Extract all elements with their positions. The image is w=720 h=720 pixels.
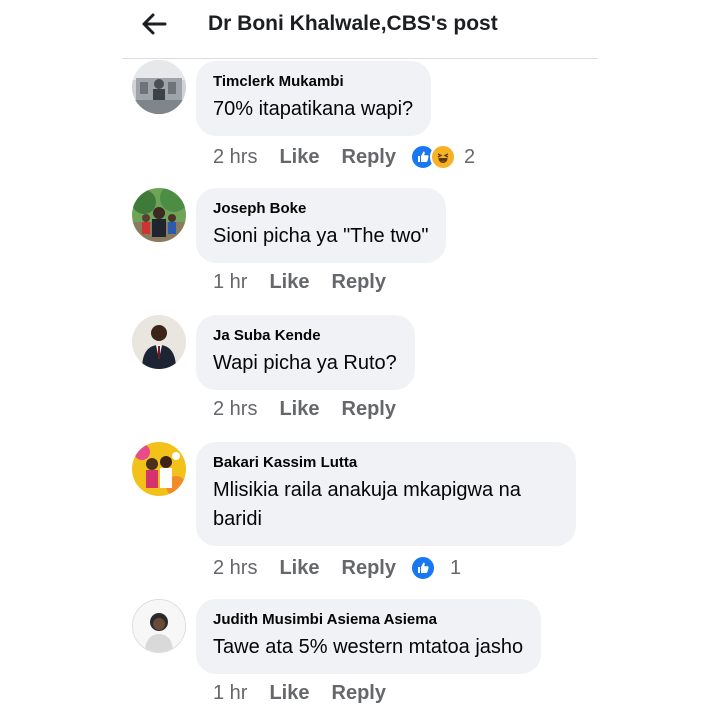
like-button[interactable]: Like [279,398,319,421]
page-title: Dr Boni Khalwale,CBS's post [208,12,498,35]
comment-bubble: Ja Suba Kende Wapi picha ya Ruto? [196,315,415,390]
comment-time[interactable]: 2 hrs [213,146,257,169]
comment-text: Tawe ata 5% western mtatoa jasho [213,636,524,658]
comment-time[interactable]: 1 hr [213,682,247,705]
post-header: Dr Boni Khalwale,CBS's post [0,0,720,58]
comment-author[interactable]: Judith Musimbi Asiema Asiema [213,611,523,629]
comment-actions: 2 hrs Like Reply 2 [213,144,475,170]
like-button[interactable]: Like [279,146,319,169]
comment-text: 70% itapatikana wapi? [213,98,414,120]
comment-author[interactable]: Timclerk Mukambi [213,73,413,91]
like-button[interactable]: Like [269,271,309,294]
comment-author[interactable]: Joseph Boke [213,200,428,218]
comment-bubble: Bakari Kassim Lutta Mlisikia raila anaku… [196,442,576,546]
reaction-count: 2 [463,145,476,168]
comment-text: Mlisikia raila anakuja mkapigwa na barid… [213,479,521,530]
comment-time[interactable]: 1 hr [213,271,247,294]
reply-button[interactable]: Reply [342,557,396,580]
comment-text: Wapi picha ya Ruto? [213,352,397,374]
back-arrow-icon[interactable] [138,8,170,40]
comment-time[interactable]: 2 hrs [213,557,257,580]
comment-actions: 1 hr Like Reply [213,682,408,705]
like-button[interactable]: Like [279,557,319,580]
avatar[interactable] [132,188,186,242]
reply-button[interactable]: Reply [342,398,396,421]
reaction-count: 1 [449,556,462,579]
comment-author[interactable]: Ja Suba Kende [213,327,397,345]
avatar[interactable] [132,60,186,114]
comment-author[interactable]: Bakari Kassim Lutta [213,454,558,472]
header-divider [122,58,598,59]
reply-button[interactable]: Reply [332,271,386,294]
like-reaction-icon [409,555,436,581]
comment-bubble: Timclerk Mukambi 70% itapatikana wapi? [196,61,432,136]
like-button[interactable]: Like [269,682,309,705]
avatar[interactable] [132,315,186,369]
comment-actions: 2 hrs Like Reply [213,398,418,421]
comment-bubble: Joseph Boke Sioni picha ya "The two" [196,188,447,263]
comment-text: Sioni picha ya "The two" [213,225,429,247]
comment-time[interactable]: 2 hrs [213,398,257,421]
comment-actions: 2 hrs Like Reply 1 [213,555,461,581]
haha-reaction-icon [429,144,456,170]
reaction-summary[interactable]: 2 [409,144,476,170]
reply-button[interactable]: Reply [332,682,386,705]
reaction-summary[interactable]: 1 [409,555,462,581]
avatar[interactable] [132,599,186,653]
avatar[interactable] [132,442,186,496]
comment-bubble: Judith Musimbi Asiema Asiema Tawe ata 5%… [196,599,542,674]
comment-actions: 1 hr Like Reply [213,271,408,294]
reply-button[interactable]: Reply [342,146,396,169]
